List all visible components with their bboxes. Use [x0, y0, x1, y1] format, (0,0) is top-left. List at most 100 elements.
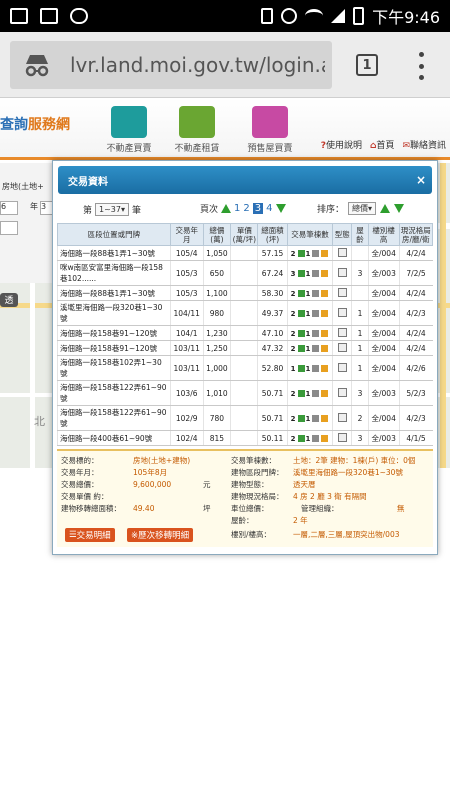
address-bar[interactable]: lvr.land.moi.gov.tw/login.act — [10, 41, 332, 89]
sort-select[interactable]: 總價 ▾ — [348, 202, 377, 215]
building-type-icon[interactable] — [337, 307, 347, 317]
url-text[interactable]: lvr.land.moi.gov.tw/login.act — [70, 53, 325, 77]
table-row[interactable]: 咪w南區安富里海佃路一段158巷102...... 105/3 650 67.24 3 1… — [57, 260, 433, 286]
cell-type[interactable] — [332, 325, 352, 341]
page-4[interactable]: 4 — [266, 203, 272, 214]
cell-age: 3 — [351, 260, 369, 286]
nav-real-estate-sale[interactable]: 不動產買賣 — [98, 106, 160, 154]
building-icon — [312, 390, 320, 397]
page-2[interactable]: 2 — [243, 203, 249, 214]
cell-area: 50.11 — [257, 430, 288, 446]
land-icon — [297, 310, 305, 317]
building-type-icon[interactable] — [337, 327, 347, 337]
table-row[interactable]: 海佃路一段88巷1弄1~30號 105/3 1,100 58.30 2 1 全/004 4/2… — [57, 285, 433, 301]
building-icon — [312, 345, 320, 352]
cell-count: 31 — [286, 260, 333, 286]
cell-floor: 全/003 — [367, 380, 399, 406]
table-row[interactable]: 海佃路一段158巷91~120號 103/11 1,250 47.32 2 1 1 全/004… — [57, 340, 433, 356]
cell-age: 3 — [351, 430, 369, 446]
close-icon[interactable]: × — [416, 173, 426, 187]
transaction-detail: 交易標的： 房地(土地+建物) 交易年月： 105年8月 交易總價： 9,600… — [57, 449, 433, 547]
site-header: 查詢服務網 不動產買賣 不動產租賃 預售屋買賣 ?使用說明 ⌂首頁 ✉聯絡資訊 — [0, 98, 450, 160]
building-type-icon[interactable] — [337, 432, 347, 442]
cell-age: 1 — [351, 300, 369, 326]
sort-desc-icon[interactable] — [394, 204, 405, 213]
record-range-select[interactable]: 1~37 ▾ — [95, 203, 130, 216]
table-row[interactable]: 海佃路一段158巷122弄61~90號 102/9 780 50.71 2 1 2 全/004… — [57, 405, 433, 431]
site-logo[interactable]: 查詢服務網 — [0, 114, 70, 134]
nav-presale[interactable]: 預售屋買賣 — [239, 106, 301, 154]
nav-real-estate-rent[interactable]: 不動產租賃 — [166, 106, 228, 154]
cell-type[interactable] — [332, 405, 352, 431]
cell-unit-price — [230, 380, 258, 406]
tab-switcher-button[interactable]: 1 — [356, 54, 378, 76]
page-1[interactable]: 1 — [234, 203, 240, 214]
cell-floor: 全/003 — [367, 430, 399, 446]
cell-layout: 7/2/5 — [398, 260, 433, 286]
next-page-icon[interactable] — [275, 204, 286, 213]
cell-floor: 全/004 — [367, 245, 399, 261]
building-type-icon[interactable] — [337, 267, 347, 277]
building-icon — [312, 365, 320, 372]
building-type-icon[interactable] — [337, 287, 347, 297]
cell-age: 2 — [351, 405, 369, 431]
prev-page-icon[interactable] — [221, 204, 232, 213]
cell-floor: 全/004 — [367, 325, 399, 341]
cell-type[interactable] — [332, 245, 352, 261]
cell-layout: 4/1/5 — [398, 430, 433, 446]
cell-age: 3 — [351, 380, 369, 406]
transaction-detail-button[interactable]: ☰ 交易明細 — [65, 528, 115, 542]
building-icon — [312, 290, 320, 297]
cell-price: 815 — [202, 430, 231, 446]
building-type-icon[interactable] — [337, 412, 347, 422]
cell-date: 103/11 — [169, 340, 204, 356]
year-field[interactable]: 6 — [0, 201, 18, 215]
building-type-icon[interactable] — [337, 387, 347, 397]
table-row[interactable]: 海佃路一段88巷1弄1~30號 105/4 1,050 57.15 2 1 全/004 4/2… — [57, 245, 433, 261]
building-type-icon[interactable] — [337, 342, 347, 352]
notification-icon — [10, 8, 28, 24]
transfer-history-button[interactable]: ※歷次移轉明細 — [127, 528, 194, 542]
cell-type[interactable] — [332, 300, 352, 326]
cell-price: 1,230 — [202, 325, 231, 341]
page-3[interactable]: 3 — [252, 203, 264, 214]
cell-unit-price — [230, 430, 258, 446]
cell-unit-price — [230, 340, 258, 356]
building-type-icon[interactable] — [337, 247, 347, 257]
home-link[interactable]: ⌂首頁 — [370, 138, 394, 151]
cell-area: 58.30 — [257, 285, 288, 301]
help-link[interactable]: ?使用說明 — [321, 138, 362, 151]
search-form: 房地(土地+ 6 年 3 — [0, 163, 55, 283]
map-badge: 透 — [0, 293, 18, 307]
browser-menu-icon[interactable] — [415, 52, 427, 80]
sort-asc-icon[interactable] — [380, 204, 391, 213]
house-sale-icon — [111, 106, 147, 138]
cell-type[interactable] — [332, 430, 352, 446]
cell-price: 650 — [202, 260, 231, 286]
cell-age: 1 — [351, 340, 369, 356]
parking-icon — [321, 310, 329, 317]
status-bar: 下午9:46 — [0, 0, 450, 32]
table-row[interactable]: 海佃路一段158巷102弄1~30號 103/11 1,000 52.80 1 1 1 全/0… — [57, 355, 433, 381]
cell-count: 21 — [286, 245, 333, 261]
cell-area: 47.10 — [257, 325, 288, 341]
building-icon — [312, 435, 320, 442]
table-row[interactable]: 海佃路一段400巷61~90號 102/4 815 50.11 2 1 3 全/003 4/1/… — [57, 430, 433, 446]
cell-type[interactable] — [332, 380, 352, 406]
cell-date: 105/3 — [169, 285, 204, 301]
cell-type[interactable] — [332, 260, 352, 286]
cell-layout: 4/2/6 — [398, 355, 433, 381]
table-row[interactable]: 海佃路一段158巷91~120號 104/1 1,230 47.10 2 1 1 全/004 4… — [57, 325, 433, 341]
table-row[interactable]: 溪墘里海佃路一段320巷1~30號 104/11 980 49.37 2 1 1 全/004 4… — [57, 300, 433, 326]
table-row[interactable]: 海佃路一段158巷122弄61~90號 103/6 1,010 50.71 2 1 3 全/0… — [57, 380, 433, 406]
cell-date: 103/6 — [169, 380, 204, 406]
building-type-icon[interactable] — [337, 362, 347, 372]
cell-type[interactable] — [332, 355, 352, 381]
cell-type[interactable] — [332, 285, 352, 301]
cell-layout: 5/2/3 — [398, 380, 433, 406]
extra-field[interactable] — [0, 221, 18, 235]
cell-type[interactable] — [332, 340, 352, 356]
map-label: 北 — [34, 415, 45, 428]
cell-address: 海佃路一段158巷122弄61~90號 — [57, 380, 171, 406]
contact-link[interactable]: ✉聯絡資訊 — [402, 138, 446, 151]
